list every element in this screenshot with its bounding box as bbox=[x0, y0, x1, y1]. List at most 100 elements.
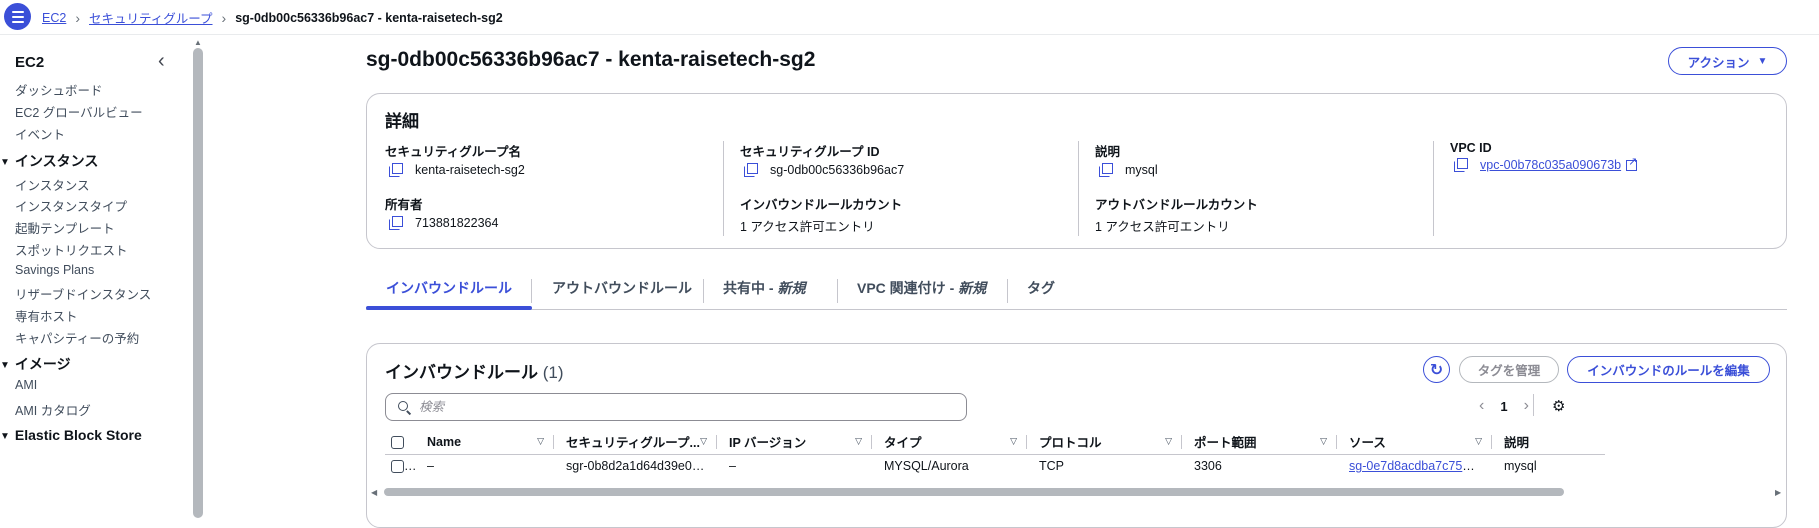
source-link[interactable]: sg-0e7d8acdba7c75e45... bbox=[1349, 459, 1492, 473]
vpc-link[interactable]: vpc-00b78c035a090673b bbox=[1480, 158, 1621, 172]
field-description: 説明 mysql bbox=[1095, 141, 1425, 177]
sidebar-item-dashboard[interactable]: ダッシュボード bbox=[15, 80, 103, 99]
edit-inbound-rules-button[interactable]: インバウンドのルールを編集 bbox=[1567, 356, 1770, 383]
column-header-source[interactable]: ソース ▽ bbox=[1337, 430, 1492, 455]
cell-type: MYSQL/Aurora bbox=[884, 459, 969, 474]
top-bar: EC2 › セキュリティグループ › sg-0db00c56336b96ac7 … bbox=[0, 0, 1819, 35]
table-horizontal-scrollbar[interactable] bbox=[384, 488, 1564, 496]
sidebar-item-ami-catalog[interactable]: AMI カタログ bbox=[15, 400, 91, 419]
field-value: kenta-raisetech-sg2 bbox=[415, 163, 525, 177]
column-header-port-range[interactable]: ポート範囲 ▽ bbox=[1182, 430, 1337, 455]
column-label: Name bbox=[427, 434, 462, 449]
sort-icon[interactable]: ▽ bbox=[1320, 436, 1327, 447]
sort-icon[interactable]: ▽ bbox=[537, 436, 544, 447]
menu-icon[interactable] bbox=[4, 3, 31, 30]
new-badge: 新規 bbox=[958, 280, 987, 296]
tab-inbound-rules[interactable]: インバウンドルール bbox=[366, 277, 532, 310]
copy-icon[interactable] bbox=[1454, 158, 1468, 172]
field-owner: 所有者 713881822364 bbox=[385, 194, 715, 230]
sidebar-item-instances[interactable]: インスタンス bbox=[15, 175, 90, 194]
column-header-type[interactable]: タイプ ▽ bbox=[872, 430, 1027, 455]
search-box[interactable] bbox=[385, 393, 967, 421]
sidebar-item-reserved-instances[interactable]: リザーブドインスタンス bbox=[15, 284, 151, 303]
chevron-right-icon[interactable]: › bbox=[1524, 397, 1529, 415]
chevron-right-icon: › bbox=[75, 9, 80, 26]
field-value: mysql bbox=[1125, 163, 1158, 177]
sidebar-item-spot-requests[interactable]: スポットリクエスト bbox=[15, 240, 128, 259]
sidebar-item-ami[interactable]: AMI bbox=[15, 378, 37, 392]
chevron-left-icon[interactable]: ‹ bbox=[158, 50, 165, 73]
copy-icon[interactable] bbox=[389, 216, 403, 230]
sidebar-section-ebs[interactable]: ▼ Elastic Block Store bbox=[0, 427, 142, 443]
field-label: 所有者 bbox=[385, 198, 423, 212]
column-label: プロトコル bbox=[1039, 436, 1102, 451]
sidebar-item-launch-templates[interactable]: 起動テンプレート bbox=[15, 218, 115, 237]
column-header-ip-version[interactable]: IP バージョン ▽ bbox=[717, 430, 872, 455]
caret-down-icon: ▼ bbox=[0, 431, 10, 442]
actions-button[interactable]: アクション ▼ bbox=[1668, 47, 1787, 75]
field-label: セキュリティグループ ID bbox=[740, 145, 880, 159]
column-header-name[interactable]: Name ▽ bbox=[415, 430, 554, 455]
field-label: 説明 bbox=[1095, 145, 1121, 159]
sidebar-item-savings-plans[interactable]: Savings Plans bbox=[15, 263, 94, 277]
sidebar-section-instances[interactable]: ▼ インスタンス bbox=[0, 151, 98, 171]
cell-source: sg-0e7d8acdba7c75e45... bbox=[1337, 454, 1492, 478]
column-header-protocol[interactable]: プロトコル ▽ bbox=[1027, 430, 1182, 455]
scroll-left-arrow[interactable]: ◀ bbox=[371, 488, 377, 497]
divider bbox=[1078, 141, 1079, 236]
page-number[interactable]: 1 bbox=[1500, 399, 1507, 414]
cell-port-range: 3306 bbox=[1194, 459, 1222, 474]
settings-icon[interactable]: ⚙ bbox=[1552, 397, 1565, 415]
field-value: 1 アクセス許可エントリ bbox=[740, 220, 875, 234]
breadcrumb-ec2[interactable]: EC2 bbox=[42, 11, 66, 25]
page-title: sg-0db00c56336b96ac7 - kenta-raisetech-s… bbox=[366, 48, 816, 71]
field-inbound-count: インバウンドルールカウント 1 アクセス許可エントリ bbox=[740, 194, 1070, 235]
sidebar-scrollbar[interactable] bbox=[193, 48, 203, 518]
sidebar-item-events[interactable]: イベント bbox=[15, 124, 65, 143]
sort-icon[interactable]: ▽ bbox=[855, 436, 862, 447]
column-header-sg[interactable]: セキュリティグループ... ▽ bbox=[554, 430, 717, 455]
rules-heading: インバウンドルール (1) bbox=[385, 358, 564, 383]
copy-icon[interactable] bbox=[389, 163, 403, 177]
sidebar-item-dedicated-hosts[interactable]: 専有ホスト bbox=[15, 306, 78, 325]
sidebar-item-global-view[interactable]: EC2 グローバルビュー bbox=[15, 102, 143, 121]
caret-down-icon: ▼ bbox=[1757, 55, 1768, 67]
sort-icon[interactable]: ▽ bbox=[700, 436, 707, 447]
chevron-left-icon[interactable]: ‹ bbox=[1479, 397, 1484, 415]
sidebar-section-images[interactable]: ▼ イメージ bbox=[0, 354, 71, 374]
column-header-description[interactable]: 説明 bbox=[1492, 430, 1605, 455]
manage-tags-button[interactable]: タグを管理 bbox=[1459, 356, 1559, 383]
column-label: ポート範囲 bbox=[1194, 436, 1257, 451]
sort-icon[interactable]: ▽ bbox=[1475, 436, 1482, 447]
sidebar-item-instance-types[interactable]: インスタンスタイプ bbox=[15, 196, 127, 215]
tab-vpc-associations[interactable]: VPC 関連付け - 新規 bbox=[837, 277, 1006, 310]
select-all-cell bbox=[385, 430, 415, 455]
column-label: セキュリティグループ... bbox=[566, 436, 700, 451]
field-vpc-id: VPC ID vpc-00b78c035a090673b bbox=[1450, 141, 1780, 172]
refresh-icon[interactable]: ↻ bbox=[1423, 356, 1450, 383]
details-heading: 詳細 bbox=[385, 112, 419, 131]
scroll-right-arrow[interactable]: ▶ bbox=[1775, 488, 1781, 497]
tab-tags[interactable]: タグ bbox=[1007, 277, 1075, 310]
cell-name: – bbox=[427, 459, 434, 474]
copy-icon[interactable] bbox=[744, 163, 758, 177]
row-checkbox[interactable] bbox=[391, 460, 404, 474]
copy-icon[interactable] bbox=[1099, 163, 1113, 177]
sidebar-item-capacity-reservations[interactable]: キャパシティーの予約 bbox=[15, 328, 139, 347]
table-header-row: Name ▽ セキュリティグループ... ▽ IP バージョン ▽ タイプ ▽ プロトコ… bbox=[385, 430, 1605, 455]
field-value: 1 アクセス許可エントリ bbox=[1095, 220, 1230, 234]
select-all-checkbox[interactable] bbox=[391, 435, 404, 449]
scroll-up-arrow[interactable]: ▲ bbox=[194, 38, 202, 47]
sort-icon[interactable]: ▽ bbox=[1165, 436, 1172, 447]
tab-sharing[interactable]: 共有中 - 新規 bbox=[703, 277, 825, 310]
search-input[interactable] bbox=[419, 400, 939, 414]
sort-icon[interactable]: ▽ bbox=[1010, 436, 1017, 447]
inbound-rules-panel: インバウンドルール (1) ↻ タグを管理 インバウンドのルールを編集 ‹ 1 … bbox=[366, 343, 1787, 528]
external-link-icon[interactable] bbox=[1626, 155, 1637, 171]
table-row[interactable]: – sgr-0b8d2a1d64d39e028 – MYSQL/Aurora T… bbox=[385, 454, 1605, 478]
tab-outbound-rules[interactable]: アウトバウンドルール bbox=[532, 277, 712, 310]
column-label: IP バージョン bbox=[729, 436, 807, 451]
divider bbox=[1533, 394, 1534, 416]
breadcrumb-security-groups[interactable]: セキュリティグループ bbox=[89, 8, 213, 27]
field-label: アウトバンドルールカウント bbox=[1095, 198, 1258, 212]
